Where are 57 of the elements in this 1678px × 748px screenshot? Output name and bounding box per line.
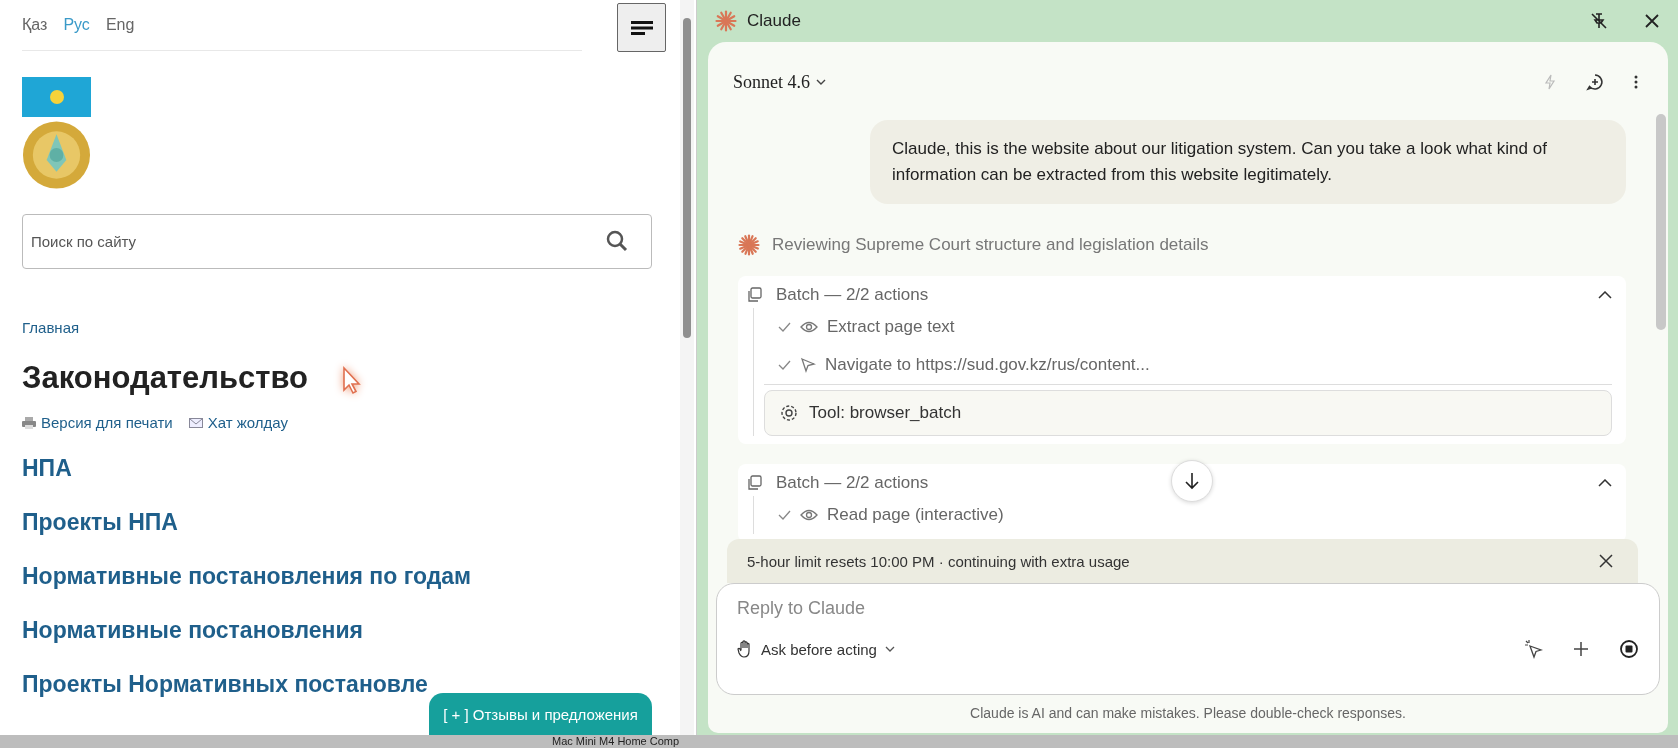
search-icon[interactable]: [606, 230, 628, 252]
tool-chip[interactable]: Tool: browser_batch: [764, 390, 1612, 436]
gear-icon: [779, 403, 799, 423]
chevron-down-icon: [816, 79, 826, 85]
hand-icon: [737, 640, 753, 658]
menu-button[interactable]: [617, 3, 666, 52]
nav-link[interactable]: Проекты НПА: [22, 507, 178, 537]
mode-selector[interactable]: Ask before acting: [737, 640, 895, 658]
arrow-down-icon: [1185, 472, 1199, 490]
close-icon[interactable]: [1599, 554, 1613, 568]
search-field[interactable]: Поиск по сайту: [22, 214, 652, 269]
page-title: Законодательство: [22, 360, 309, 396]
breadcrumb-link[interactable]: Главная: [22, 319, 80, 336]
plus-icon[interactable]: [1573, 641, 1589, 657]
action-label: Read page (interactive): [827, 505, 1004, 525]
scrollbar[interactable]: [680, 0, 694, 735]
nav-link[interactable]: Нормативные постановления: [22, 615, 363, 645]
status-text: Reviewing Supreme Court structure and legislation details: [772, 235, 1209, 255]
taskbar-window-label[interactable]: Mac Mini M4 Home Comp: [552, 735, 680, 748]
page-link[interactable]: Версия для печати: [41, 414, 173, 431]
menu-icon: [630, 20, 653, 35]
pointer-click-icon[interactable]: [1523, 639, 1543, 659]
action-label: Navigate to https://sud.gov.kz/rus/content...: [825, 355, 1150, 375]
language-link[interactable]: Eng: [105, 16, 135, 34]
eye-icon: [800, 509, 818, 521]
copy-icon: [746, 287, 762, 303]
model-selector[interactable]: Sonnet 4.6: [733, 71, 826, 93]
nav-link[interactable]: Нормативные постановления по годам: [22, 561, 472, 591]
close-icon[interactable]: [1644, 13, 1660, 29]
chevron-up-icon[interactable]: [1598, 479, 1612, 487]
batch-title: Batch — 2/2 actions: [776, 285, 929, 305]
flag-icon: [22, 77, 91, 117]
action-label: Extract page text: [827, 317, 955, 337]
pointer-icon: [800, 357, 816, 373]
eye-icon: [800, 321, 818, 333]
emblem-icon: [22, 120, 91, 190]
printer-icon: [22, 416, 36, 429]
chevron-down-icon: [884, 646, 895, 652]
batch-title: Batch — 2/2 actions: [776, 473, 929, 493]
nav-link[interactable]: Проекты Нормативных постановле: [22, 669, 428, 699]
chevron-up-icon[interactable]: [1598, 291, 1612, 299]
more-options-icon[interactable]: [1634, 75, 1638, 89]
stop-icon[interactable]: [1619, 639, 1639, 659]
language-link[interactable]: Қаз: [22, 16, 48, 34]
envelope-icon: [188, 417, 203, 428]
disclaimer-text: Claude is AI and can make mistakes. Please double-check responses.: [969, 704, 1407, 723]
user-message: Claude, this is the website about our litigation system. Can you take a look what kind of information can be extracted from this website legitimately.: [870, 120, 1626, 204]
reply-field[interactable]: Reply to Claude: [737, 598, 1639, 619]
asterisk-logo-icon: [715, 10, 737, 32]
notice-text: 5-hour limit resets 10:00 PM · continuing with extra usage: [747, 552, 1130, 570]
nav-link[interactable]: НПА: [22, 453, 72, 483]
asterisk-icon: [738, 234, 760, 256]
app-title: Claude: [747, 11, 801, 31]
page-link[interactable]: Хат жолдау: [207, 414, 288, 431]
new-chat-icon[interactable]: [1586, 73, 1604, 91]
unpin-icon[interactable]: [1590, 12, 1608, 30]
copy-icon: [746, 475, 762, 491]
